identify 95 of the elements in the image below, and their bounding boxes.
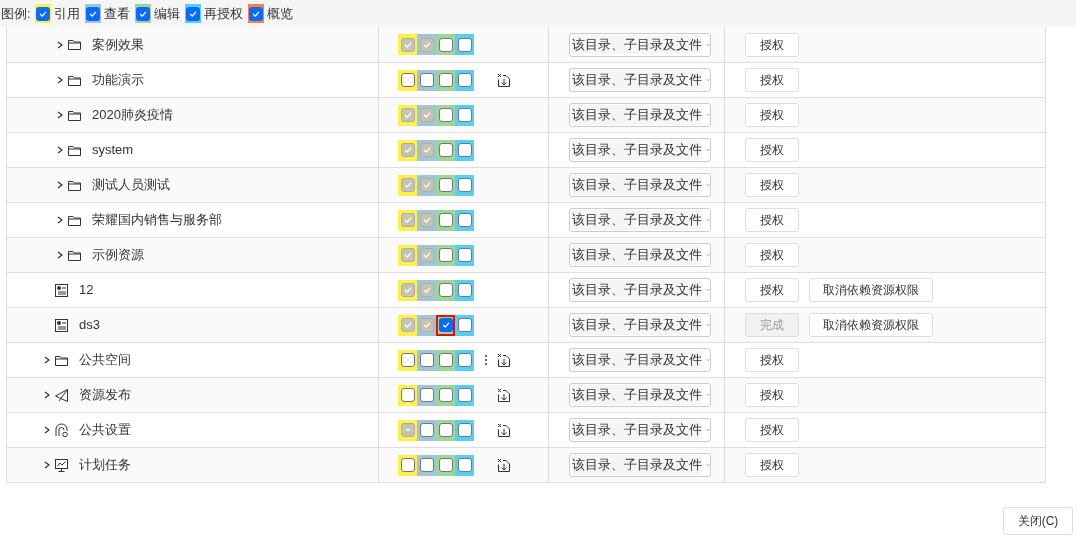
checkbox[interactable] — [438, 458, 453, 472]
legend-text: 查看 — [103, 4, 130, 23]
checkbox[interactable] — [400, 353, 415, 367]
legend-text: 编辑 — [153, 4, 180, 23]
scope-select[interactable]: 该目录、子目录及文件 — [569, 418, 711, 442]
scope-select[interactable]: 该目录、子目录及文件 — [569, 208, 711, 232]
checkbox[interactable] — [438, 73, 453, 87]
checkbox[interactable] — [457, 178, 472, 192]
scope-select[interactable]: 该目录、子目录及文件 — [569, 138, 711, 162]
checkbox[interactable] — [419, 73, 434, 87]
item-name: system — [92, 141, 134, 160]
item-name: ds3 — [79, 316, 100, 335]
checkmark-icon — [402, 285, 413, 295]
checkmark-icon — [421, 180, 432, 190]
authorize-button[interactable]: 授权 — [745, 418, 799, 442]
close-button[interactable]: 关闭(C) — [1003, 507, 1073, 535]
checkbox[interactable] — [457, 108, 472, 122]
authorize-button[interactable]: 授权 — [745, 278, 799, 302]
item-name: 公共设置 — [79, 421, 131, 440]
scope-select[interactable]: 该目录、子目录及文件 — [569, 32, 711, 57]
checkmark-icon — [421, 320, 432, 330]
authorize-button[interactable]: 取消依赖资源权限 — [809, 278, 933, 302]
authorize-button[interactable]: 授权 — [745, 103, 799, 127]
item-name: 示例资源 — [92, 246, 144, 265]
checkbox[interactable] — [400, 73, 415, 87]
checkbox[interactable] — [400, 388, 415, 402]
checkmark-icon — [421, 215, 432, 225]
authorize-button[interactable]: 授权 — [745, 243, 799, 267]
checkmark-icon — [421, 250, 432, 260]
checkbox[interactable] — [438, 318, 453, 332]
scope-select[interactable]: 该目录、子目录及文件 — [569, 243, 711, 267]
checkbox[interactable] — [457, 458, 472, 472]
authorize-button[interactable]: 授权 — [745, 208, 799, 232]
checkmark-icon — [421, 145, 432, 155]
checkbox[interactable] — [438, 143, 453, 157]
checkmark-icon — [402, 215, 413, 225]
authorize-button[interactable]: 授权 — [745, 453, 799, 477]
checkbox[interactable] — [419, 388, 434, 402]
checkmark-icon — [421, 110, 432, 120]
item-name: 荣耀国内销售与服务部 — [92, 211, 222, 230]
item-name: 功能演示 — [92, 71, 144, 90]
checkbox[interactable] — [400, 458, 415, 472]
legend-text: 再授权 — [203, 4, 243, 23]
checkbox[interactable] — [457, 73, 472, 87]
item-name: 2020肺炎疫情 — [92, 106, 173, 125]
legend-label: 图例: — [1, 4, 31, 23]
checkmark-icon — [402, 250, 413, 260]
scope-select[interactable]: 该目录、子目录及文件 — [569, 103, 711, 127]
checkmark-icon — [421, 285, 432, 295]
item-name: 12 — [79, 281, 94, 300]
item-name: 计划任务 — [79, 456, 131, 475]
checkbox[interactable] — [457, 283, 472, 297]
scope-select[interactable]: 该目录、子目录及文件 — [569, 278, 711, 302]
scope-select[interactable]: 该目录、子目录及文件 — [569, 313, 711, 337]
checkbox[interactable] — [419, 458, 434, 472]
checkbox[interactable] — [419, 423, 434, 437]
checkbox[interactable] — [457, 248, 472, 262]
scope-select[interactable]: 该目录、子目录及文件 — [569, 383, 711, 407]
scope-select[interactable]: 该目录、子目录及文件 — [569, 173, 711, 197]
authorize-button[interactable]: 授权 — [745, 138, 799, 162]
checkmark-icon — [402, 110, 413, 120]
authorize-button[interactable]: 授权 — [745, 383, 799, 407]
authorize-button[interactable]: 授权 — [745, 348, 799, 372]
checkmark-icon — [402, 145, 413, 155]
checkbox[interactable] — [438, 423, 453, 437]
scope-select[interactable]: 该目录、子目录及文件 — [569, 348, 711, 372]
checkbox[interactable] — [438, 178, 453, 192]
checkbox[interactable] — [457, 318, 472, 332]
checkbox[interactable] — [457, 143, 472, 157]
authorize-button[interactable]: 授权 — [745, 32, 799, 57]
item-name: 资源发布 — [79, 386, 131, 405]
item-name: 公共空间 — [79, 351, 131, 370]
checkbox[interactable] — [438, 213, 453, 227]
checkbox[interactable] — [457, 213, 472, 227]
checkbox[interactable] — [438, 283, 453, 297]
checkbox[interactable] — [419, 353, 434, 367]
authorize-button[interactable]: 授权 — [745, 68, 799, 92]
checkbox[interactable] — [457, 423, 472, 437]
legend-text: 概览 — [266, 4, 293, 23]
checkbox[interactable] — [438, 248, 453, 262]
checkbox[interactable] — [438, 353, 453, 367]
authorize-button[interactable]: 取消依赖资源权限 — [809, 313, 933, 337]
checkbox[interactable] — [438, 108, 453, 122]
checkmark-icon — [402, 180, 413, 190]
authorize-button[interactable]: 授权 — [745, 173, 799, 197]
item-name: 案例效果 — [92, 35, 144, 54]
scope-select[interactable]: 该目录、子目录及文件 — [569, 453, 711, 477]
checkbox[interactable] — [438, 388, 453, 402]
item-name: 测试人员测试 — [92, 176, 170, 195]
checkmark-icon — [440, 320, 451, 330]
checkbox[interactable] — [457, 388, 472, 402]
checkmark-icon — [402, 320, 413, 330]
legend-text: 引用 — [53, 4, 80, 23]
scope-select[interactable]: 该目录、子目录及文件 — [569, 68, 711, 92]
checkbox[interactable] — [457, 353, 472, 367]
